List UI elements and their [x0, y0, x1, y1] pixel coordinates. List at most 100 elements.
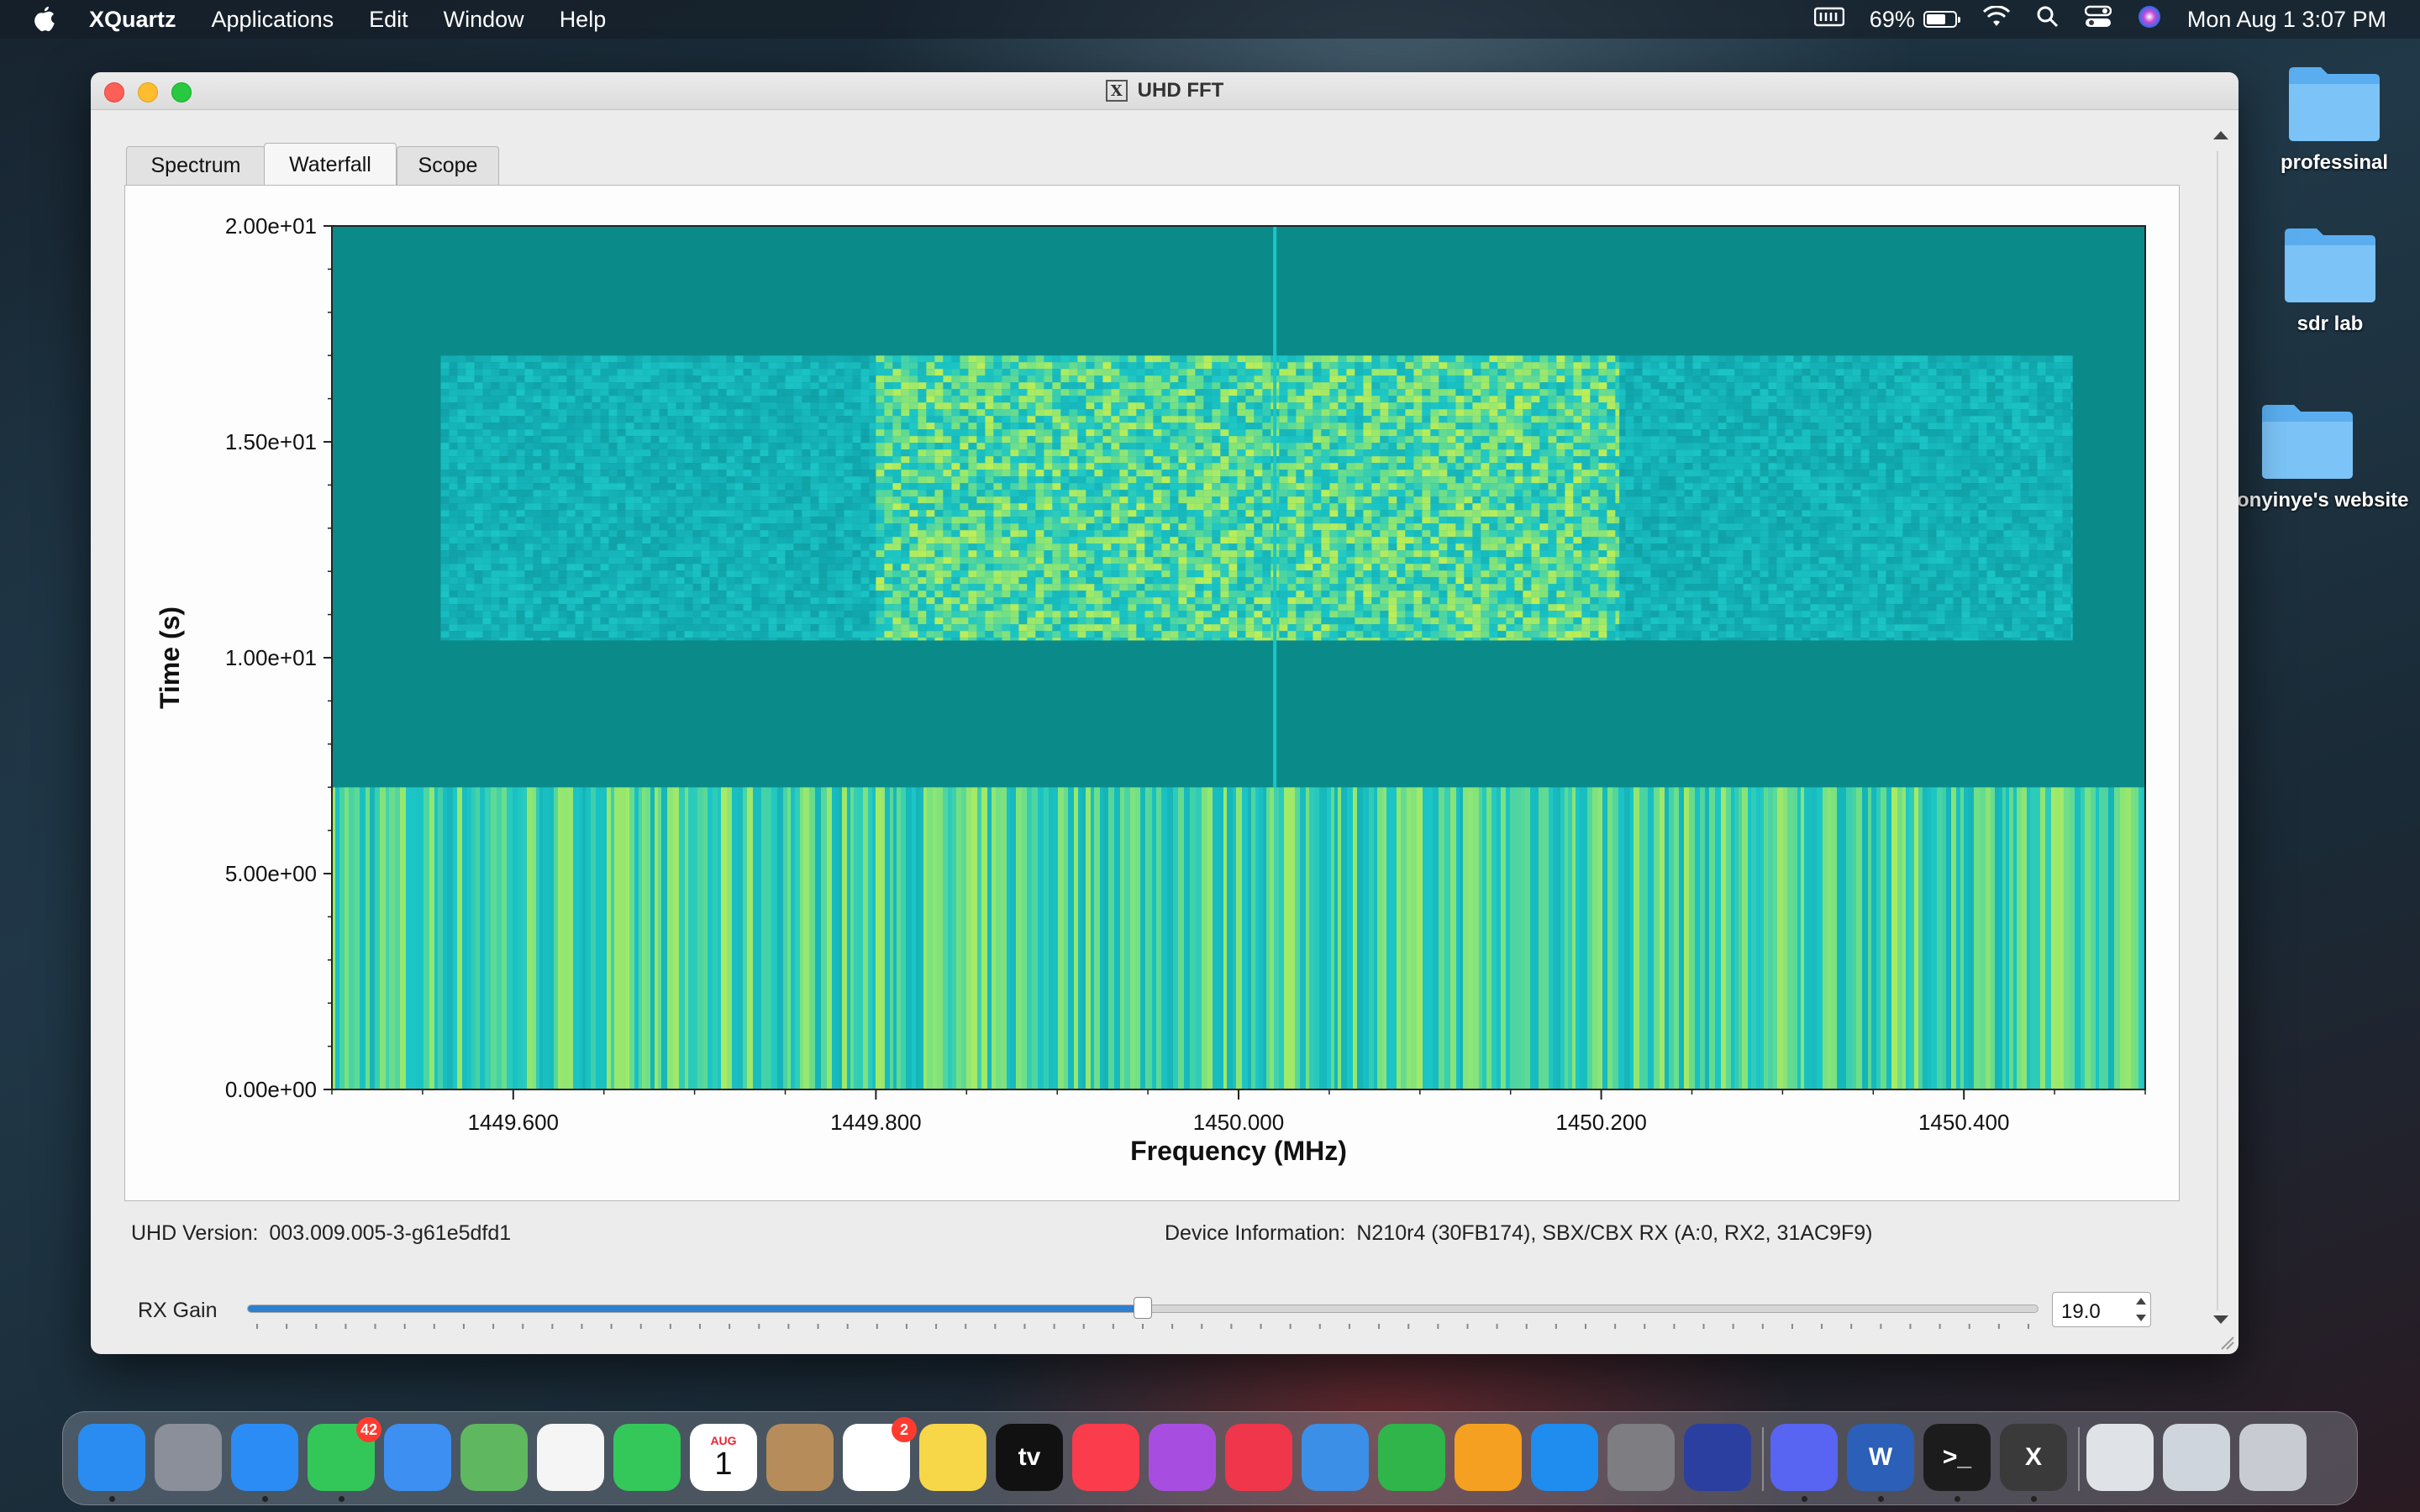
- speckle-cell: [524, 416, 534, 423]
- menu-edit[interactable]: Edit: [369, 7, 408, 33]
- speckle-cell: [2062, 389, 2071, 396]
- stripe: [1793, 787, 1797, 1089]
- speckle-cell: [768, 496, 777, 504]
- speckle-cell: [1743, 503, 1752, 511]
- desktop-folder-professinal[interactable]: professinal: [2259, 60, 2410, 175]
- speckle-cell: [1785, 503, 1794, 511]
- speckle-cell: [482, 429, 492, 437]
- speckle-cell: [1776, 496, 1786, 504]
- apple-menu-icon[interactable]: [30, 3, 59, 36]
- speckle-cell: [642, 409, 651, 417]
- speckle-cell: [508, 382, 517, 390]
- speckle-cell: [1902, 355, 1912, 363]
- speckle-cell: [667, 463, 676, 470]
- speckle-cell: [1894, 443, 1903, 450]
- speckle-cell: [1625, 470, 1634, 477]
- speckle-cell: [734, 510, 744, 517]
- speckle-cell: [1919, 382, 1928, 390]
- menu-window[interactable]: Window: [444, 7, 524, 33]
- speckle-cell: [1709, 389, 1718, 396]
- speckle-cell: [634, 402, 643, 410]
- speckle-cell: [667, 375, 676, 383]
- tab-spectrum[interactable]: Spectrum: [126, 146, 266, 185]
- speckle-cell: [692, 382, 702, 390]
- speckle-cell: [1785, 389, 1794, 396]
- speckle-cell: [1659, 423, 1668, 430]
- stripe: [1943, 787, 1946, 1089]
- speckle-cell: [835, 416, 844, 423]
- speckle-cell: [482, 510, 492, 517]
- speckle-cell: [1902, 389, 1912, 396]
- stripe: [697, 787, 703, 1089]
- stripe: [923, 787, 927, 1089]
- speckle-cell: [1860, 369, 1870, 376]
- app-name-menu[interactable]: XQuartz: [89, 7, 176, 33]
- speckle-cell: [684, 396, 693, 403]
- close-button[interactable]: [104, 82, 124, 102]
- speckle-cell: [491, 436, 500, 444]
- speckle-cell: [449, 409, 458, 417]
- speckle-cell: [600, 483, 609, 491]
- speckle-cell: [1760, 490, 1769, 497]
- speckle-cell: [810, 402, 819, 410]
- speckle-cell: [827, 490, 836, 497]
- speckle-cell: [491, 476, 500, 484]
- speckle-cell: [827, 362, 836, 370]
- speckle-cell: [558, 429, 567, 437]
- speckle-cell: [718, 503, 727, 511]
- stripe: [2002, 787, 2006, 1089]
- speckle-cell: [508, 443, 517, 450]
- stripe: [1553, 787, 1557, 1089]
- menu-help[interactable]: Help: [560, 7, 607, 33]
- control-center-icon[interactable]: [2084, 5, 2112, 34]
- stripe: [419, 787, 424, 1089]
- speckle-cell: [516, 436, 525, 444]
- speckle-cell: [667, 510, 676, 517]
- speckle-cell: [1844, 429, 1853, 437]
- zoom-button[interactable]: [171, 82, 192, 102]
- speckle-cell: [1886, 416, 1895, 423]
- speckle-cell: [1734, 389, 1744, 396]
- speckle-cell: [1877, 389, 1886, 396]
- speckle-cell: [474, 362, 483, 370]
- speckle-cell: [1701, 483, 1710, 491]
- speckle-cell: [524, 503, 534, 511]
- spotlight-search-icon[interactable]: [2036, 5, 2060, 34]
- desktop-folder-sdr-lab[interactable]: sdr lab: [2254, 222, 2406, 336]
- speckle-cell: [659, 476, 668, 484]
- speckle-cell: [440, 389, 450, 396]
- speckle-cell: [835, 362, 844, 370]
- keyboard-input-icon[interactable]: [1813, 6, 1845, 34]
- tab-scope[interactable]: Scope: [397, 146, 499, 185]
- speckle-cell: [1970, 463, 1979, 470]
- speckle-cell: [1684, 382, 1693, 390]
- speckle-cell: [466, 409, 475, 417]
- speckle-cell: [524, 449, 534, 457]
- stripe: [1721, 787, 1726, 1089]
- speckle-cell: [1709, 429, 1718, 437]
- stripe: [1081, 787, 1086, 1089]
- speckle-cell: [2003, 396, 2012, 403]
- speckle-cell: [793, 503, 802, 511]
- siri-icon[interactable]: [2137, 4, 2162, 35]
- minimize-button[interactable]: [138, 82, 158, 102]
- speckle-cell: [1970, 382, 1979, 390]
- speckle-cell: [692, 369, 702, 376]
- battery-status[interactable]: 69%: [1870, 7, 1960, 33]
- speckle-cell: [827, 456, 836, 464]
- speckle-cell: [1810, 503, 1819, 511]
- menu-applications[interactable]: Applications: [212, 7, 334, 33]
- speckle-cell: [1961, 496, 1970, 504]
- tab-waterfall[interactable]: Waterfall: [264, 143, 397, 186]
- speckle-cell: [751, 375, 760, 383]
- speckle-cell: [566, 362, 576, 370]
- wifi-icon[interactable]: [1982, 4, 2011, 34]
- menubar-clock[interactable]: Mon Aug 1 3:07 PM: [2187, 7, 2386, 33]
- speckle-cell: [440, 375, 450, 383]
- waterfall-plot[interactable]: 0.00e+005.00e+001.00e+011.50e+012.00e+01…: [125, 186, 2181, 1202]
- speckle-cell: [1692, 496, 1702, 504]
- window-titlebar[interactable]: X UHD FFT: [91, 72, 2238, 110]
- desktop-folder-website[interactable]: onyinye's website: [2237, 398, 2420, 512]
- speckle-cell: [1902, 463, 1912, 470]
- speckle-cell: [1877, 443, 1886, 450]
